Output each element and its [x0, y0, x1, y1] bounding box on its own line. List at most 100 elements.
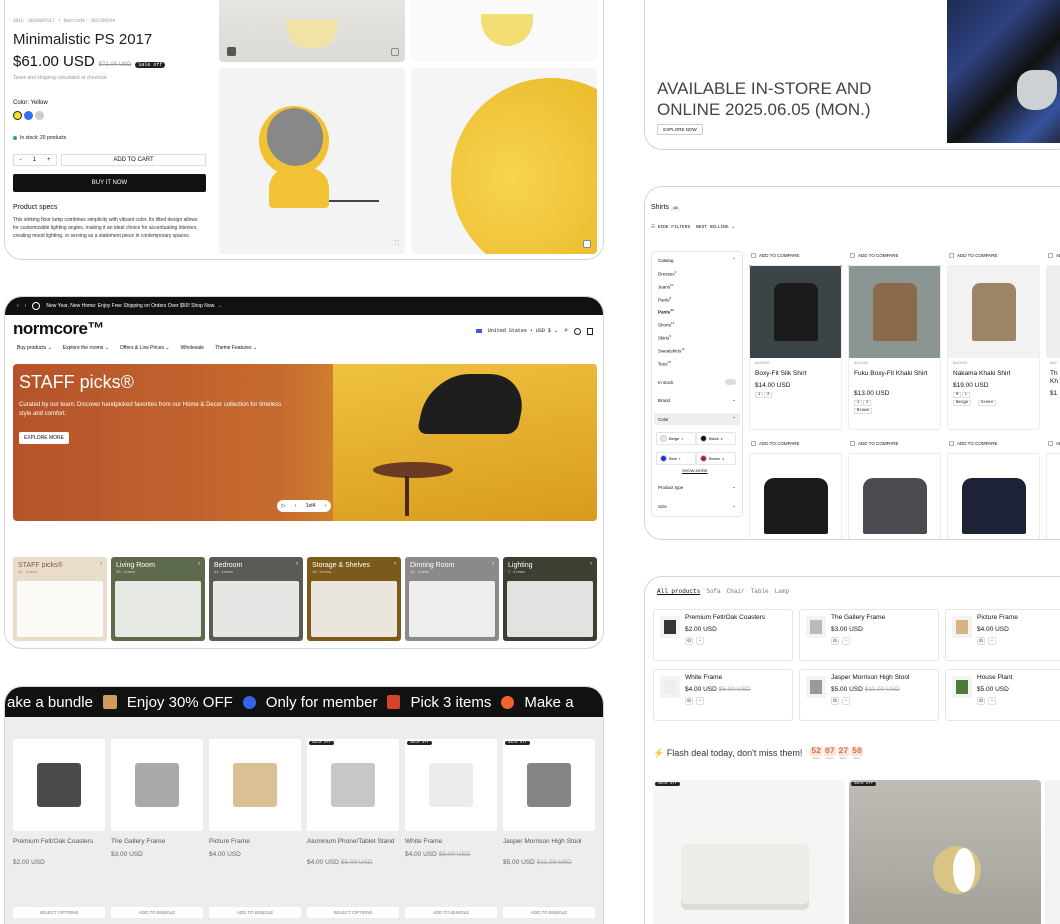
color-filter-option[interactable]: Brown 3 [696, 452, 736, 465]
shirt-image[interactable] [848, 453, 941, 539]
quick-view-icon[interactable]: ⊙ [977, 637, 985, 645]
list-item[interactable]: The Gallery Frame $3.00 USD ⊙ ▫ [799, 609, 939, 661]
sort-dropdown[interactable]: BEST SELLING ⌄ [696, 225, 735, 230]
color-chip[interactable]: Beige [953, 400, 972, 406]
catalog-item[interactable]: Tees15 [658, 360, 671, 367]
bundle-product-name[interactable]: The Gallery Frame [111, 838, 201, 846]
tab-lamp[interactable]: Lamp [775, 588, 789, 595]
qty-value[interactable]: 1 [33, 157, 36, 163]
nav-explore-rooms[interactable]: Explore the rooms ⌄ [63, 345, 109, 351]
qty-plus-button[interactable]: + [47, 157, 51, 163]
category-tile[interactable]: Dinning Room 16 items › [405, 557, 499, 641]
bundle-action-button[interactable]: ADD TO BUNDLE [405, 907, 497, 918]
catalog-item[interactable]: Pants8 [658, 296, 671, 303]
catalog-item[interactable]: Sweatshirts14 [658, 347, 685, 354]
add-to-compare-toggle[interactable]: ADD TO COMPARE [1048, 441, 1060, 447]
bundle-product-image[interactable]: Sale off [307, 739, 399, 831]
swatch-yellow[interactable] [13, 111, 22, 120]
color-chip[interactable]: Green [978, 400, 997, 406]
nav-offers[interactable]: Offers & Low Prices ⌄ [120, 345, 170, 351]
shirt-image[interactable] [1046, 453, 1060, 539]
shirt-name[interactable]: Boxy-Fit Silk Shirt [755, 370, 839, 378]
gallery-image-2[interactable] [411, 0, 597, 62]
list-item[interactable]: White Frame $4.00 USD $5.00 USD ⊙ ▫ [653, 669, 793, 721]
size-chip[interactable]: 1 [755, 392, 764, 398]
bundle-product-image[interactable]: Sale off [503, 739, 595, 831]
explore-more-button[interactable]: EXPLORE MORE [19, 432, 69, 444]
category-tile[interactable]: Bedroom 21 items › [209, 557, 303, 641]
bundle-action-button[interactable]: ADD TO BUNDLE [111, 907, 203, 918]
flash-product-3[interactable] [1045, 780, 1060, 924]
chevron-down-icon[interactable]: ⌄ [732, 397, 736, 403]
gallery-image-3[interactable]: ⛶ [219, 68, 405, 254]
add-to-compare-toggle[interactable]: ADD TO COMPARE [850, 253, 899, 259]
zoom-icon[interactable]: ⛶ [395, 241, 399, 248]
bundle-product-image[interactable] [13, 739, 105, 831]
bundle-product-name[interactable]: Picture Frame [209, 838, 299, 846]
swatch-gray[interactable] [35, 111, 44, 120]
bundle-action-button[interactable]: SELECT OPTIONS [13, 907, 105, 918]
category-tile[interactable]: Lighting 7 items › [503, 557, 597, 641]
list-item[interactable]: Picture Frame $4.00 USD ⊙ ▫ [945, 609, 1060, 661]
shirt-image[interactable] [1046, 265, 1060, 358]
flash-product-1[interactable]: Sale off [653, 780, 845, 924]
filter-color-header[interactable]: Color [658, 417, 669, 422]
prev-arrow-icon[interactable]: ‹ [17, 303, 19, 309]
bundle-action-button[interactable]: ADD TO BUNDLE [209, 907, 301, 918]
nav-buy-products[interactable]: Buy products ⌄ [17, 345, 52, 351]
flash-product-2[interactable]: Sale off [849, 780, 1041, 924]
logo[interactable]: normcore™ [13, 319, 104, 339]
catalog-item[interactable]: Pants44 [658, 308, 674, 315]
list-item[interactable]: House Plant $5.00 USD ⊙ ▫ [945, 669, 1060, 721]
quick-view-icon[interactable]: ⊙ [831, 697, 839, 705]
bundle-action-button[interactable]: SELECT OPTIONS [307, 907, 399, 918]
bag-icon[interactable]: ▫ [842, 697, 850, 705]
bundle-product-image[interactable] [111, 739, 203, 831]
size-chip[interactable]: 2 [863, 400, 872, 406]
add-to-compare-toggle[interactable]: ADD TO COMPARE [751, 253, 800, 259]
shirt-name[interactable]: Nakama Khaki Shirt [953, 370, 1037, 378]
show-more-link[interactable]: SHOW MORE [682, 468, 708, 473]
category-tile[interactable]: Living Room 30 items › [111, 557, 205, 641]
gallery-image-4[interactable] [411, 68, 597, 254]
bag-icon[interactable]: ▫ [696, 637, 704, 645]
qty-minus-button[interactable]: - [20, 157, 22, 163]
catalog-item[interactable]: Jeans10 [658, 283, 673, 290]
bundle-product-name[interactable]: White Frame [405, 838, 495, 846]
slide-next-icon[interactable]: › [325, 503, 327, 509]
tab-table[interactable]: Table [751, 588, 769, 595]
add-to-compare-toggle[interactable]: ADD TO COMPARE [751, 441, 800, 447]
zoom-icon[interactable] [391, 48, 399, 56]
gallery-image-1[interactable] [219, 0, 405, 62]
tab-all-products[interactable]: All products [657, 588, 700, 595]
category-tile[interactable]: STAFF picks® 22 items › [13, 557, 107, 641]
filter-in-stock[interactable]: In stock [658, 380, 674, 385]
buy-now-button[interactable]: BUY IT NOW [13, 174, 206, 192]
catalog-item[interactable]: Skirts9 [658, 334, 671, 341]
shirt-image[interactable] [749, 265, 842, 358]
quick-view-icon[interactable]: ⊙ [977, 697, 985, 705]
bundle-action-button[interactable]: ADD TO BUNDLE [503, 907, 595, 918]
list-item[interactable]: Premium Felt/Oak Coasters $2.00 USD ⊙ ▫ [653, 609, 793, 661]
list-item[interactable]: Jasper Morrison High Stool $5.00 USD $11.0… [799, 669, 939, 721]
chevron-up-icon[interactable]: ⌃ [732, 257, 736, 263]
catalog-item[interactable]: Dresses4 [658, 270, 676, 277]
explore-now-button[interactable]: EXPLORE NOW [657, 124, 703, 135]
quick-view-icon[interactable]: ⊙ [685, 697, 693, 705]
bundle-product-name[interactable]: Jasper Morrison High Stool [503, 838, 593, 846]
tab-chair[interactable]: Chair [727, 588, 745, 595]
slide-prev-icon[interactable]: ‹ [295, 503, 297, 509]
bundle-product-name[interactable]: Aluminum Phone/Tablet Stand [307, 838, 397, 846]
filter-brand-header[interactable]: Brand [658, 398, 670, 403]
filter-product-type[interactable]: Product type [658, 485, 683, 490]
in-stock-toggle[interactable] [725, 379, 736, 385]
bundle-product-name[interactable]: Premium Felt/Oak Coasters [13, 838, 103, 846]
shirt-image[interactable] [947, 265, 1040, 358]
add-to-compare-toggle[interactable]: ADD TO COMPARE [949, 441, 998, 447]
quick-view-icon[interactable]: ⊙ [685, 637, 693, 645]
bag-icon[interactable]: ▫ [696, 697, 704, 705]
nav-theme-features[interactable]: Theme Features ⌄ [215, 345, 257, 351]
play-icon[interactable]: ▷ [282, 503, 286, 509]
filter-catalog-header[interactable]: Catalog [658, 258, 674, 263]
chevron-down-icon[interactable]: ⌄ [732, 503, 736, 509]
